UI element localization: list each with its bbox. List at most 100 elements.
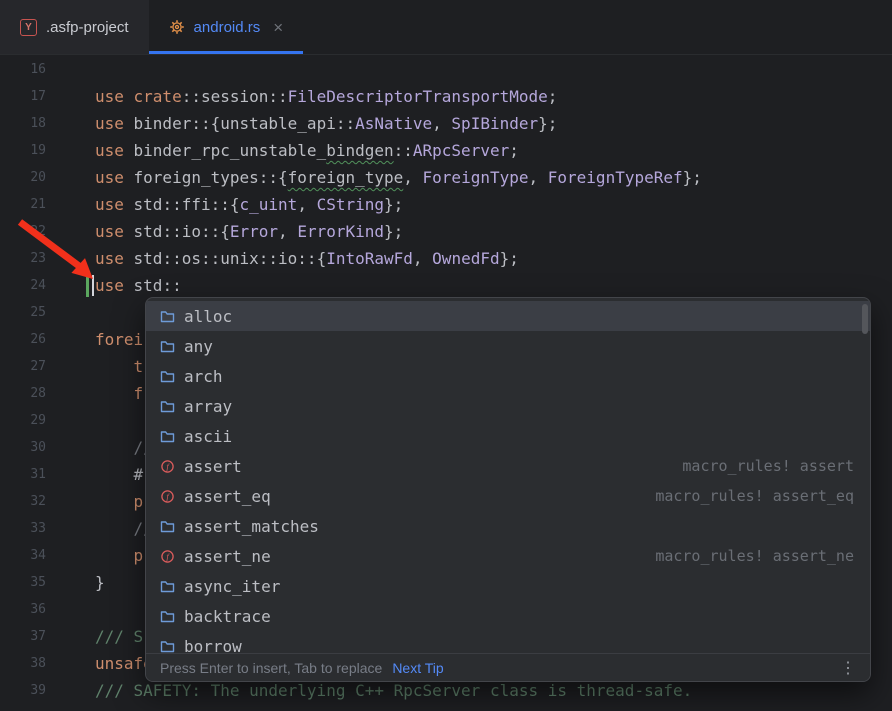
- completion-item[interactable]: alloc: [146, 301, 870, 331]
- module-icon: [160, 309, 175, 324]
- completion-item[interactable]: arch: [146, 361, 870, 391]
- code-text: use foreign_types::{foreign_type, Foreig…: [95, 164, 702, 191]
- vcs-change-marker: [86, 274, 89, 297]
- line-number[interactable]: 34: [0, 542, 46, 569]
- line-number[interactable]: 26: [0, 326, 46, 353]
- code-token: t: [95, 357, 143, 376]
- code-line[interactable]: 18 use binder::{unstable_api::AsNative, S…: [0, 110, 892, 137]
- svg-text:f: f: [166, 491, 170, 501]
- code-line[interactable]: 19use binder_rpc_unstable_bindgen::ARpcS…: [0, 137, 892, 164]
- kebab-menu-icon[interactable]: ⋮: [840, 658, 856, 678]
- line-number[interactable]: 22: [0, 218, 46, 245]
- code-line[interactable]: 23 use std::os::unix::io::{IntoRawFd, Own…: [0, 245, 892, 272]
- code-line[interactable]: 24use std::: [0, 272, 892, 299]
- close-tab-icon[interactable]: ×: [273, 19, 283, 36]
- code-token: };: [384, 222, 403, 241]
- line-number[interactable]: 31: [0, 461, 46, 488]
- code-token: ::: [268, 87, 287, 106]
- line-number[interactable]: 21: [0, 191, 46, 218]
- code-line[interactable]: 16: [0, 56, 892, 83]
- code-line[interactable]: 17 use crate::session::FileDescriptorTran…: [0, 83, 892, 110]
- code-token: p: [95, 546, 143, 565]
- line-number[interactable]: 35: [0, 569, 46, 596]
- code-text: f: [95, 380, 143, 407]
- footer-hint-text: Press Enter to insert, Tab to replace: [160, 660, 382, 676]
- line-number[interactable]: 25: [0, 299, 46, 326]
- code-token: AsNative: [355, 114, 432, 133]
- line-number[interactable]: 36: [0, 596, 46, 623]
- code-token: std: [134, 222, 163, 241]
- code-token: foreign_type: [288, 168, 404, 187]
- line-number[interactable]: 27: [0, 353, 46, 380]
- code-token: std: [134, 276, 163, 295]
- code-text: forei: [95, 326, 143, 353]
- code-token: ,: [432, 114, 451, 133]
- line-number[interactable]: 16: [0, 56, 46, 83]
- completion-item[interactable]: array: [146, 391, 870, 421]
- code-token: use: [95, 195, 134, 214]
- line-number[interactable]: 19: [0, 137, 46, 164]
- code-token: ::{: [191, 114, 220, 133]
- module-icon: [160, 609, 175, 624]
- line-number[interactable]: 24: [0, 272, 46, 299]
- code-text: use binder::{unstable_api::AsNative, SpI…: [95, 110, 557, 137]
- line-number[interactable]: 33: [0, 515, 46, 542]
- code-token: ,: [278, 222, 297, 241]
- completion-item[interactable]: backtrace: [146, 601, 870, 631]
- code-token: /// SAFETY: The underlying C++ RpcServer…: [95, 681, 692, 700]
- completion-item[interactable]: fassert_nemacro_rules! assert_ne: [146, 541, 870, 571]
- code-text: use std::os::unix::io::{IntoRawFd, Owned…: [95, 245, 519, 272]
- code-token: ::{: [259, 168, 288, 187]
- line-number[interactable]: 38: [0, 650, 46, 677]
- code-token: unstable_api: [220, 114, 336, 133]
- completion-item[interactable]: borrow: [146, 631, 870, 653]
- code-line[interactable]: 21use std::ffi::{c_uint, CString};: [0, 191, 892, 218]
- code-text: p: [95, 488, 143, 515]
- line-number[interactable]: 17: [0, 83, 46, 110]
- code-token: use: [95, 168, 134, 187]
- completion-label: array: [184, 397, 232, 416]
- code-token: unix: [220, 249, 259, 268]
- completion-item[interactable]: async_iter: [146, 571, 870, 601]
- line-number[interactable]: 39: [0, 677, 46, 704]
- line-number[interactable]: 30: [0, 434, 46, 461]
- code-line[interactable]: 22 use std::io::{Error, ErrorKind};: [0, 218, 892, 245]
- line-number[interactable]: 23: [0, 245, 46, 272]
- tab-android-rs[interactable]: android.rs ×: [149, 0, 304, 54]
- code-token: use: [95, 114, 134, 133]
- next-tip-link[interactable]: Next Tip: [392, 660, 443, 676]
- tab-asfp-project[interactable]: Y .asfp-project: [0, 0, 149, 54]
- completion-label: borrow: [184, 637, 242, 654]
- popup-scrollbar[interactable]: [862, 304, 868, 334]
- line-number[interactable]: 20: [0, 164, 46, 191]
- module-icon: [160, 339, 175, 354]
- code-text: use std::io::{Error, ErrorKind};: [95, 218, 403, 245]
- completion-item[interactable]: any: [146, 331, 870, 361]
- completion-item[interactable]: ascii: [146, 421, 870, 451]
- line-number[interactable]: 28: [0, 380, 46, 407]
- line-number[interactable]: 37: [0, 623, 46, 650]
- completion-label: arch: [184, 367, 223, 386]
- completion-item[interactable]: assert_matches: [146, 511, 870, 541]
- code-token: };: [500, 249, 519, 268]
- code-token: crate: [134, 87, 182, 106]
- code-token: std: [134, 249, 163, 268]
- code-token: f: [95, 384, 143, 403]
- completion-item[interactable]: fassert_eqmacro_rules! assert_eq: [146, 481, 870, 511]
- code-line[interactable]: 20 use foreign_types::{foreign_type, Fore…: [0, 164, 892, 191]
- line-number[interactable]: 32: [0, 488, 46, 515]
- code-text: t: [95, 353, 143, 380]
- line-number[interactable]: 29: [0, 407, 46, 434]
- code-token: std: [134, 195, 163, 214]
- ide-window: Y .asfp-project android.rs × 1617 use cra…: [0, 0, 892, 711]
- line-number[interactable]: 18: [0, 110, 46, 137]
- code-text: #: [95, 461, 143, 488]
- code-token: ::: [162, 249, 181, 268]
- completion-item[interactable]: fassertmacro_rules! assert: [146, 451, 870, 481]
- macro-icon: f: [160, 459, 175, 474]
- code-text: use crate::session::FileDescriptorTransp…: [95, 83, 557, 110]
- code-token: #: [95, 465, 143, 484]
- completion-popup: allocany arch array asciifassertmacro_rules…: [145, 297, 871, 682]
- code-token: binder: [134, 114, 192, 133]
- code-token: ::: [259, 249, 278, 268]
